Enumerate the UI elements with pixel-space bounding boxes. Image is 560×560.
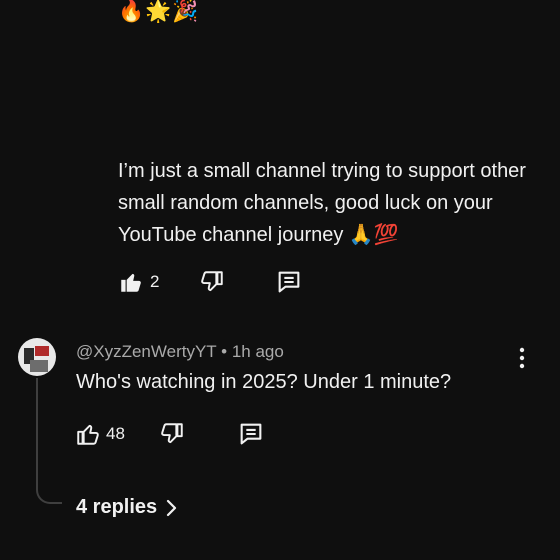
replies-label: 4 replies: [76, 496, 158, 518]
meta-separator: •: [221, 342, 228, 361]
comment-text: Who's watching in 2025? Under 1 minute?: [76, 371, 452, 393]
comment-action-bar: 48: [75, 420, 265, 448]
reply-action-bar: 2: [118, 268, 303, 296]
chevron-right-icon: [165, 499, 177, 517]
comment-time: 1h ago: [231, 342, 284, 361]
reply-emoji-line: 🔥🌟🎉: [118, 0, 200, 23]
comment-like-count: 48: [106, 424, 125, 443]
comment-author[interactable]: @XyzZenWertyYT: [76, 342, 216, 361]
thumbs-up-outline-icon[interactable]: [75, 421, 101, 447]
view-replies-button[interactable]: 4 replies: [76, 496, 177, 519]
thumbs-down-icon[interactable]: [199, 269, 225, 295]
thumbs-up-filled-icon[interactable]: [118, 269, 144, 295]
comment-reply-icon[interactable]: [275, 268, 303, 296]
comment-meta: @XyzZenWertyYT • 1h ago: [76, 342, 284, 362]
thumbs-down-icon[interactable]: [159, 421, 185, 447]
reply-like-count: 2: [150, 272, 160, 291]
reply-text: I’m just a small channel trying to suppo…: [118, 160, 526, 246]
avatar[interactable]: [18, 338, 56, 376]
comment-reply-icon[interactable]: [237, 420, 265, 448]
thread-connector-line: [36, 378, 62, 504]
more-vert-icon: [512, 346, 532, 370]
more-options-button[interactable]: [512, 346, 532, 370]
